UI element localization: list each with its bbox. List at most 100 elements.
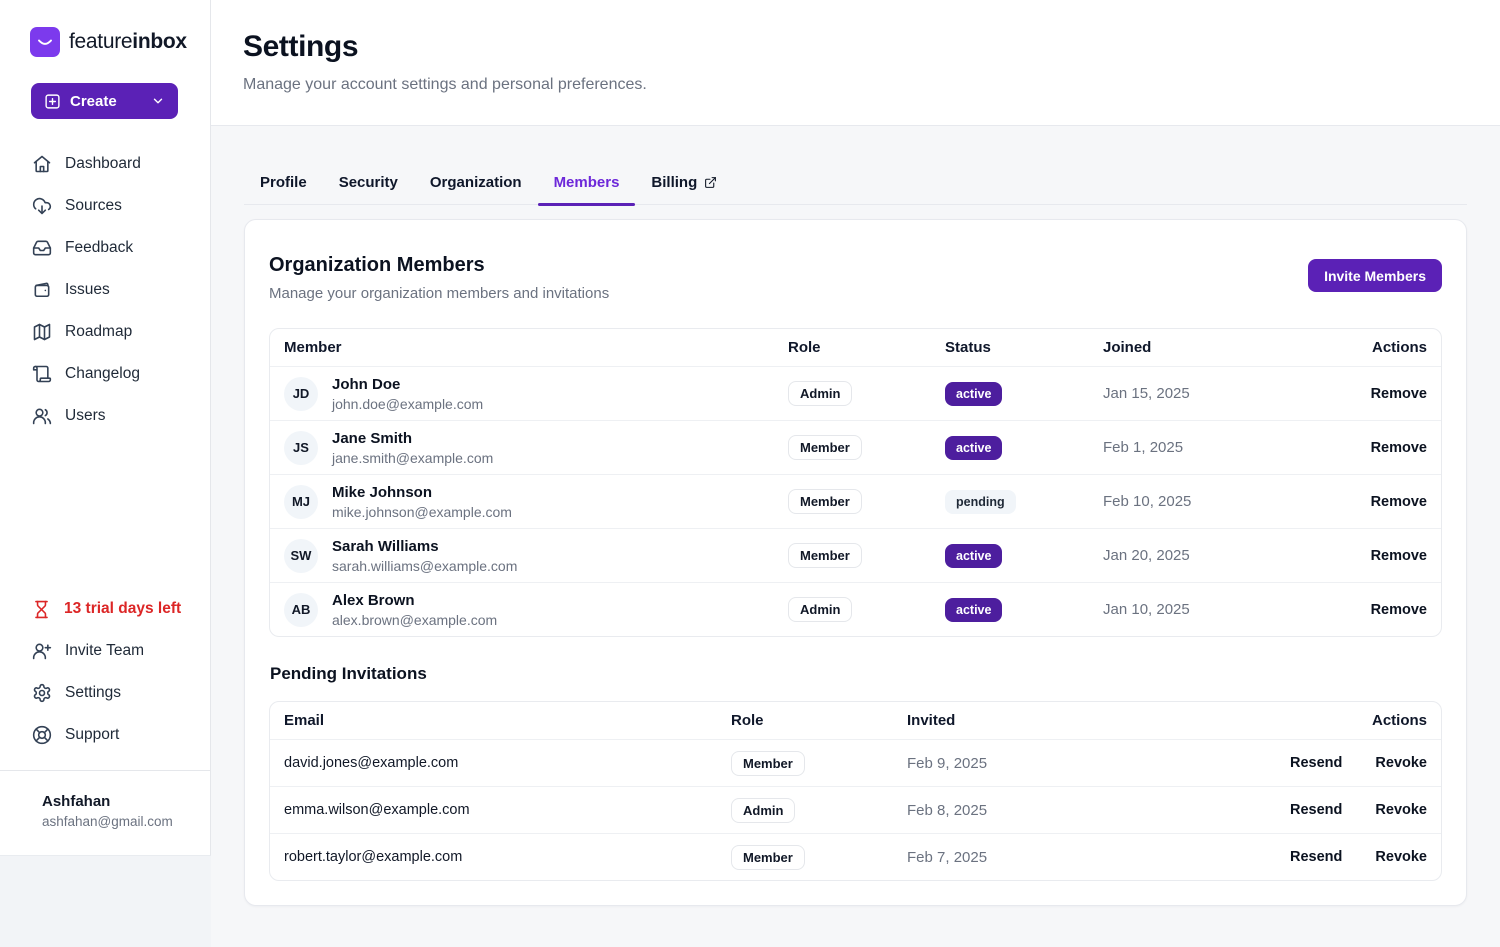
avatar: JS bbox=[284, 431, 318, 465]
user-account[interactable]: Ashfahan ashfahan@gmail.com bbox=[0, 770, 210, 855]
joined-date: Jan 15, 2025 bbox=[1099, 385, 1319, 402]
column-header-email: Email bbox=[280, 712, 727, 729]
pending-table-header: Email Role Invited Actions bbox=[270, 702, 1441, 739]
sidebar-item-sources[interactable]: Sources bbox=[0, 185, 210, 227]
invitation-email: emma.wilson@example.com bbox=[280, 802, 727, 818]
invitation-email: robert.taylor@example.com bbox=[280, 849, 727, 865]
table-row: MJ Mike Johnsonmike.johnson@example.com … bbox=[270, 474, 1441, 528]
table-row: SW Sarah Williamssarah.williams@example.… bbox=[270, 528, 1441, 582]
resend-invitation-button[interactable]: Resend bbox=[1290, 802, 1342, 818]
remove-member-button[interactable]: Remove bbox=[1371, 548, 1427, 564]
role-badge: Admin bbox=[788, 597, 852, 622]
remove-member-button[interactable]: Remove bbox=[1371, 440, 1427, 456]
page-header: Settings Manage your account settings an… bbox=[211, 0, 1500, 126]
avatar: MJ bbox=[284, 485, 318, 519]
inbox-icon bbox=[32, 238, 52, 258]
member-name: Sarah Williams bbox=[332, 538, 517, 555]
sidebar-item-label: Issues bbox=[65, 281, 110, 299]
map-icon bbox=[32, 322, 52, 342]
member-email: alex.brown@example.com bbox=[332, 612, 497, 628]
column-header-member: Member bbox=[280, 339, 784, 356]
settings-tabs: Profile Security Organization Members Bi… bbox=[244, 164, 1467, 205]
create-button[interactable]: Create bbox=[31, 83, 178, 119]
avatar: JD bbox=[284, 377, 318, 411]
brand-logo-icon bbox=[30, 27, 60, 57]
invite-members-button[interactable]: Invite Members bbox=[1308, 259, 1442, 292]
member-email: mike.johnson@example.com bbox=[332, 504, 512, 520]
external-link-icon bbox=[704, 176, 717, 189]
trial-days-label: 13 trial days left bbox=[64, 600, 181, 618]
revoke-invitation-button[interactable]: Revoke bbox=[1375, 755, 1427, 771]
sidebar-item-users[interactable]: Users bbox=[0, 395, 210, 437]
tab-profile[interactable]: Profile bbox=[244, 164, 323, 204]
table-row: JS Jane Smithjane.smith@example.com Memb… bbox=[270, 420, 1441, 474]
remove-member-button[interactable]: Remove bbox=[1371, 386, 1427, 402]
tab-label: Members bbox=[554, 174, 620, 191]
table-row: JD John Doejohn.doe@example.com Admin ac… bbox=[270, 366, 1441, 420]
wallet-icon bbox=[32, 280, 52, 300]
status-badge: active bbox=[945, 436, 1002, 460]
main-content: Settings Manage your account settings an… bbox=[211, 0, 1500, 947]
list-item: robert.taylor@example.com Member Feb 7, … bbox=[270, 833, 1441, 880]
avatar: SW bbox=[284, 539, 318, 573]
members-card-title: Organization Members bbox=[269, 254, 609, 277]
list-item: david.jones@example.com Member Feb 9, 20… bbox=[270, 739, 1441, 786]
joined-date: Feb 1, 2025 bbox=[1099, 439, 1319, 456]
member-name: Alex Brown bbox=[332, 592, 497, 609]
remove-member-button[interactable]: Remove bbox=[1371, 494, 1427, 510]
members-table-header: Member Role Status Joined Actions bbox=[270, 329, 1441, 366]
revoke-invitation-button[interactable]: Revoke bbox=[1375, 849, 1427, 865]
tab-security[interactable]: Security bbox=[323, 164, 414, 204]
role-badge: Member bbox=[788, 489, 862, 514]
resend-invitation-button[interactable]: Resend bbox=[1290, 755, 1342, 771]
hourglass-icon bbox=[32, 600, 51, 619]
sidebar-item-roadmap[interactable]: Roadmap bbox=[0, 311, 210, 353]
tab-organization[interactable]: Organization bbox=[414, 164, 538, 204]
column-header-actions: Actions bbox=[1203, 712, 1431, 729]
status-badge: active bbox=[945, 598, 1002, 622]
role-badge: Admin bbox=[788, 381, 852, 406]
member-name: Mike Johnson bbox=[332, 484, 512, 501]
member-email: jane.smith@example.com bbox=[332, 450, 493, 466]
sidebar-item-dashboard[interactable]: Dashboard bbox=[0, 143, 210, 185]
sidebar: featureinbox Create Dashboard bbox=[0, 0, 211, 856]
column-header-status: Status bbox=[941, 339, 1099, 356]
tab-members[interactable]: Members bbox=[538, 164, 636, 204]
gear-icon bbox=[32, 683, 52, 703]
sidebar-item-invite-team[interactable]: Invite Team bbox=[0, 630, 210, 672]
sidebar-item-label: Roadmap bbox=[65, 323, 132, 341]
sidebar-item-changelog[interactable]: Changelog bbox=[0, 353, 210, 395]
member-email: john.doe@example.com bbox=[332, 396, 483, 412]
sidebar-item-feedback[interactable]: Feedback bbox=[0, 227, 210, 269]
members-card-subtitle: Manage your organization members and inv… bbox=[269, 285, 609, 302]
sidebar-bottom-nav: 13 trial days left Invite Team Settings bbox=[0, 588, 210, 855]
tab-billing[interactable]: Billing bbox=[635, 164, 733, 204]
sidebar-item-issues[interactable]: Issues bbox=[0, 269, 210, 311]
members-card: Organization Members Manage your organiz… bbox=[244, 219, 1467, 906]
joined-date: Jan 20, 2025 bbox=[1099, 547, 1319, 564]
sidebar-item-label: Invite Team bbox=[65, 642, 144, 660]
revoke-invitation-button[interactable]: Revoke bbox=[1375, 802, 1427, 818]
sidebar-item-settings[interactable]: Settings bbox=[0, 672, 210, 714]
brand[interactable]: featureinbox bbox=[0, 0, 210, 57]
sidebar-item-label: Settings bbox=[65, 684, 121, 702]
user-name: Ashfahan bbox=[42, 793, 210, 810]
remove-member-button[interactable]: Remove bbox=[1371, 602, 1427, 618]
sidebar-item-label: Sources bbox=[65, 197, 122, 215]
sidebar-item-label: Support bbox=[65, 726, 119, 744]
joined-date: Feb 10, 2025 bbox=[1099, 493, 1319, 510]
trial-days-indicator[interactable]: 13 trial days left bbox=[0, 588, 210, 630]
column-header-joined: Joined bbox=[1099, 339, 1319, 356]
create-button-label: Create bbox=[70, 93, 117, 110]
pending-invitations-table: Email Role Invited Actions david.jones@e… bbox=[269, 701, 1442, 881]
scroll-icon bbox=[32, 364, 52, 384]
invited-date: Feb 9, 2025 bbox=[903, 755, 1203, 772]
avatar: AB bbox=[284, 593, 318, 627]
tab-label: Security bbox=[339, 174, 398, 191]
status-badge: active bbox=[945, 544, 1002, 568]
tab-label: Profile bbox=[260, 174, 307, 191]
sidebar-item-support[interactable]: Support bbox=[0, 714, 210, 756]
tab-label: Organization bbox=[430, 174, 522, 191]
resend-invitation-button[interactable]: Resend bbox=[1290, 849, 1342, 865]
role-badge: Member bbox=[788, 543, 862, 568]
